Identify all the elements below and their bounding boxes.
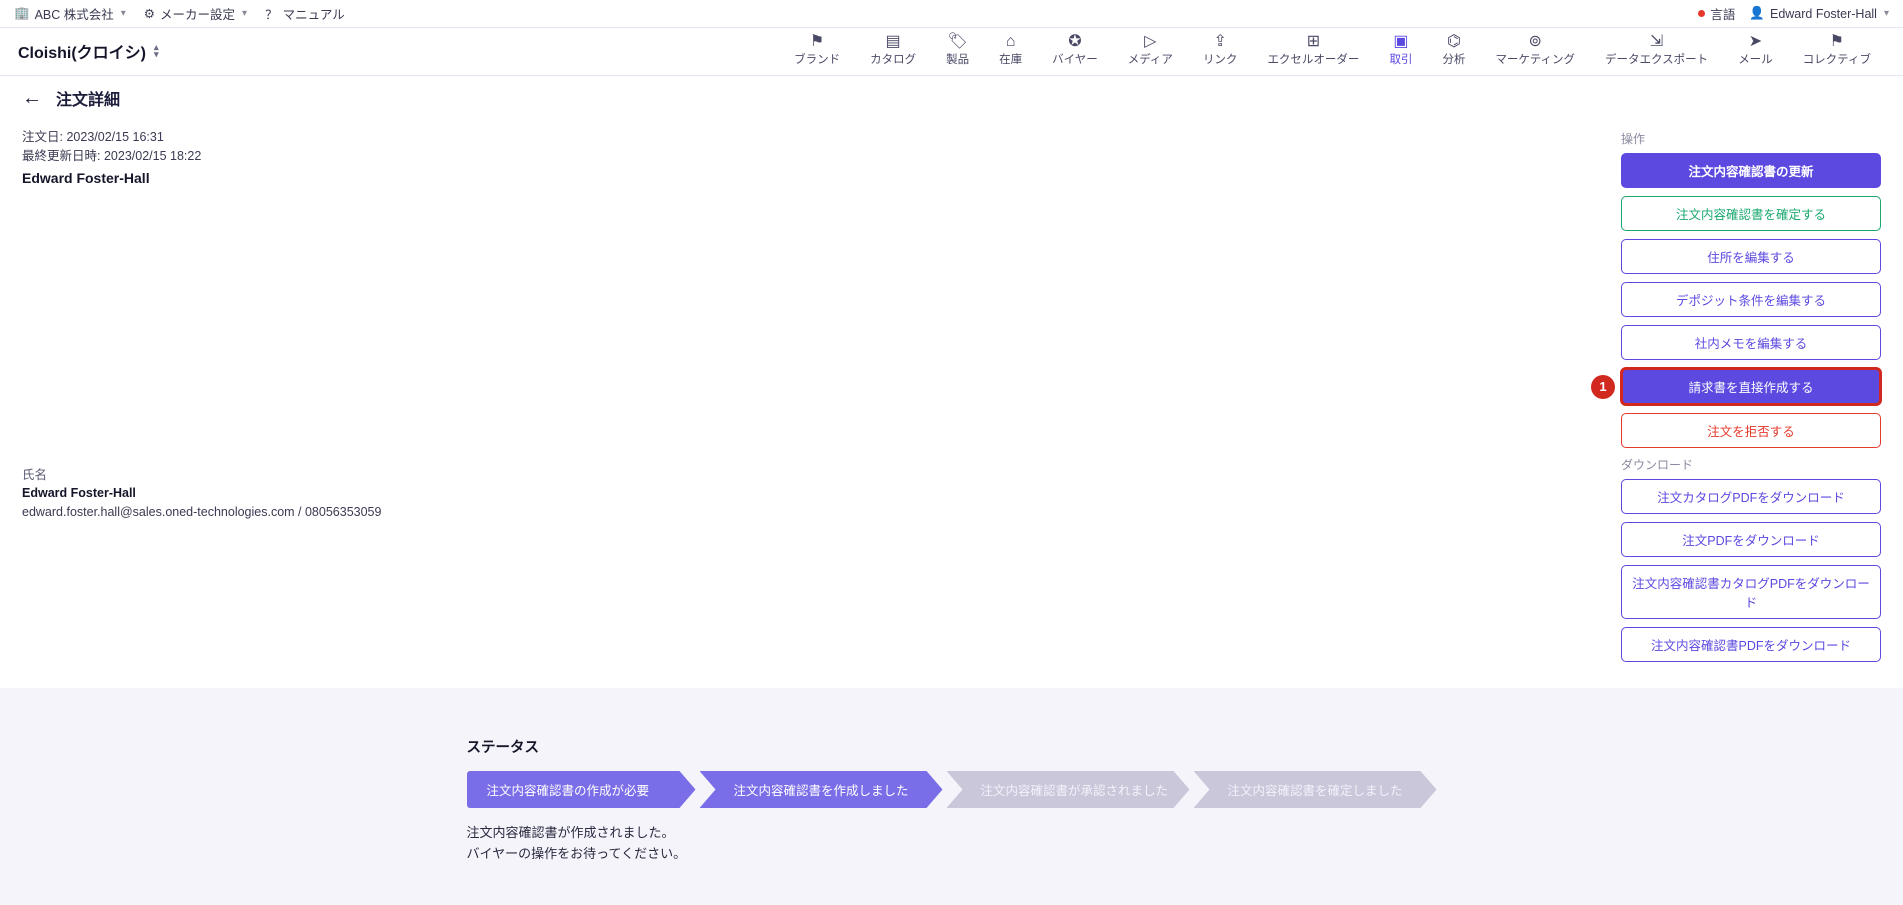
nav-item-5[interactable]: ▷メディア xyxy=(1114,32,1187,69)
reject-order-button[interactable]: 注文を拒否する xyxy=(1621,413,1881,448)
status-message-2: バイヤーの操作をお待ってください。 xyxy=(467,843,1437,864)
order-updated-value: 2023/02/15 18:22 xyxy=(104,149,201,163)
contact-label: 氏名 xyxy=(22,466,1601,485)
nav-label: エクセルオーダー xyxy=(1267,51,1359,67)
nav-item-1[interactable]: ▤カタログ xyxy=(856,32,930,69)
help-icon: ？ xyxy=(265,4,278,23)
maker-settings-menu[interactable]: ⚙ メーカー設定 xyxy=(144,4,247,23)
user-menu[interactable]: 👤 Edward Foster-Hall xyxy=(1749,6,1889,21)
nav-label: データエクスポート xyxy=(1605,51,1708,67)
nav-row: Cloishi(クロイシ) ▴▾ ⚑ブランド▤カタログ🏷製品⌂在庫✪バイヤー▷メ… xyxy=(0,28,1903,76)
nav-item-8[interactable]: ▣取引 xyxy=(1375,32,1426,69)
company-name: ABC 株式会社 xyxy=(35,4,114,23)
edit-address-button[interactable]: 住所を編集する xyxy=(1621,239,1881,274)
nav-icon: ▣ xyxy=(1393,34,1408,50)
nav-label: メール xyxy=(1738,51,1773,67)
download-confirmation-pdf-button[interactable]: 注文内容確認書PDFをダウンロード xyxy=(1621,627,1881,662)
topbar: 🏢 ABC 株式会社 ⚙ メーカー設定 ？ マニュアル 言語 👤 Edward … xyxy=(0,0,1903,28)
brand-selector[interactable]: Cloishi(クロイシ) ▴▾ xyxy=(18,39,159,63)
status-message-1: 注文内容確認書が作成されました。 xyxy=(467,822,1437,843)
nav-label: 取引 xyxy=(1389,51,1412,67)
update-order-confirmation-button[interactable]: 注文内容確認書の更新 xyxy=(1621,153,1881,188)
nav-icon: 🏷 xyxy=(947,34,967,50)
nav-item-12[interactable]: ➤メール xyxy=(1724,32,1787,69)
download-order-catalog-pdf-button[interactable]: 注文カタログPDFをダウンロード xyxy=(1621,479,1881,514)
gear-icon: ⚙ xyxy=(144,6,155,21)
updown-icon: ▴▾ xyxy=(154,44,159,58)
order-updated-label: 最終更新日時: xyxy=(22,149,100,163)
nav-icon: ⇪ xyxy=(1213,34,1226,50)
nav-label: コレクティブ xyxy=(1803,51,1871,67)
user-icon: 👤 xyxy=(1749,6,1765,21)
nav-label: 製品 xyxy=(946,51,969,67)
back-button[interactable]: ← xyxy=(22,87,42,110)
nav-item-7[interactable]: ⊞エクセルオーダー xyxy=(1253,32,1373,69)
nav-icon: ⊚ xyxy=(1529,34,1542,50)
nav-item-11[interactable]: ⇲データエクスポート xyxy=(1591,32,1722,69)
nav-item-9[interactable]: ⌬分析 xyxy=(1428,32,1479,69)
status-step-3: 注文内容確認書を確定しました xyxy=(1194,771,1437,808)
brand-name: Cloishi(クロイシ) xyxy=(18,39,146,63)
nav-icon: ➤ xyxy=(1749,34,1762,50)
edit-deposit-terms-button[interactable]: デポジット条件を編集する xyxy=(1621,282,1881,317)
status-step-2: 注文内容確認書が承認されました xyxy=(947,771,1190,808)
nav-icon: ⇲ xyxy=(1650,34,1663,50)
status-step-0: 注文内容確認書の作成が必要 xyxy=(467,771,696,808)
edit-internal-memo-button[interactable]: 社内メモを編集する xyxy=(1621,325,1881,360)
nav-item-6[interactable]: ⇪リンク xyxy=(1189,32,1252,69)
nav-label: 分析 xyxy=(1442,51,1465,67)
maker-settings-label: メーカー設定 xyxy=(160,4,235,23)
nav-item-4[interactable]: ✪バイヤー xyxy=(1038,32,1112,69)
user-name: Edward Foster-Hall xyxy=(1770,7,1877,21)
language-label: 言語 xyxy=(1710,4,1735,23)
actions-section-label: 操作 xyxy=(1621,130,1881,147)
order-meta: 注文日: 2023/02/15 16:31 最終更新日時: 2023/02/15… xyxy=(22,128,1601,166)
building-icon: 🏢 xyxy=(14,6,30,21)
nav-icon: ⊞ xyxy=(1307,34,1320,50)
order-owner: Edward Foster-Hall xyxy=(22,170,1601,186)
nav-icon: ⌂ xyxy=(1006,34,1016,50)
nav-item-3[interactable]: ⌂在庫 xyxy=(985,32,1036,69)
contact-block: 氏名 Edward Foster-Hall edward.foster.hall… xyxy=(22,466,1601,522)
order-date-value: 2023/02/15 16:31 xyxy=(66,130,163,144)
nav-label: 在庫 xyxy=(999,51,1022,67)
callout-badge: 1 xyxy=(1591,375,1615,399)
nav-label: マーケティング xyxy=(1495,51,1575,67)
nav-label: メディア xyxy=(1128,51,1173,67)
page-title: 注文詳細 xyxy=(56,86,120,110)
language-selector[interactable]: 言語 xyxy=(1698,4,1735,23)
order-date-label: 注文日: xyxy=(22,130,63,144)
nav-icon: ▷ xyxy=(1144,34,1156,50)
contact-name: Edward Foster-Hall xyxy=(22,484,1601,503)
create-invoice-button[interactable]: 請求書を直接作成する xyxy=(1621,368,1881,405)
download-order-pdf-button[interactable]: 注文PDFをダウンロード xyxy=(1621,522,1881,557)
nav-item-10[interactable]: ⊚マーケティング xyxy=(1481,32,1589,69)
nav-icon: ⌬ xyxy=(1447,34,1461,50)
status-section: ステータス 注文内容確認書の作成が必要注文内容確認書を作成しました注文内容確認書… xyxy=(0,688,1903,905)
nav-label: リンク xyxy=(1203,51,1238,67)
page-header: ← 注文詳細 xyxy=(0,76,1903,120)
nav-icon: ⚑ xyxy=(1830,34,1844,50)
manual-label: マニュアル xyxy=(283,4,345,23)
nav-label: ブランド xyxy=(794,51,840,67)
flag-jp-icon xyxy=(1698,10,1705,17)
finalize-order-confirmation-button[interactable]: 注文内容確認書を確定する xyxy=(1621,196,1881,231)
contact-line: edward.foster.hall@sales.oned-technologi… xyxy=(22,503,1601,522)
nav-icon: ▤ xyxy=(886,34,901,50)
download-confirmation-catalog-pdf-button[interactable]: 注文内容確認書カタログPDFをダウンロード xyxy=(1621,565,1881,619)
manual-link[interactable]: ？ マニュアル xyxy=(265,4,345,23)
nav-item-13[interactable]: ⚑コレクティブ xyxy=(1789,32,1885,69)
nav-item-2[interactable]: 🏷製品 xyxy=(932,32,983,69)
nav-label: カタログ xyxy=(870,51,916,67)
downloads-section-label: ダウンロード xyxy=(1621,456,1881,473)
nav-label: バイヤー xyxy=(1052,51,1098,67)
nav-item-0[interactable]: ⚑ブランド xyxy=(780,32,854,69)
company-selector[interactable]: 🏢 ABC 株式会社 xyxy=(14,4,126,23)
nav-icon: ⚑ xyxy=(810,34,824,50)
nav-icon: ✪ xyxy=(1068,34,1081,50)
status-title: ステータス xyxy=(467,736,1437,757)
status-step-1: 注文内容確認書を作成しました xyxy=(700,771,943,808)
